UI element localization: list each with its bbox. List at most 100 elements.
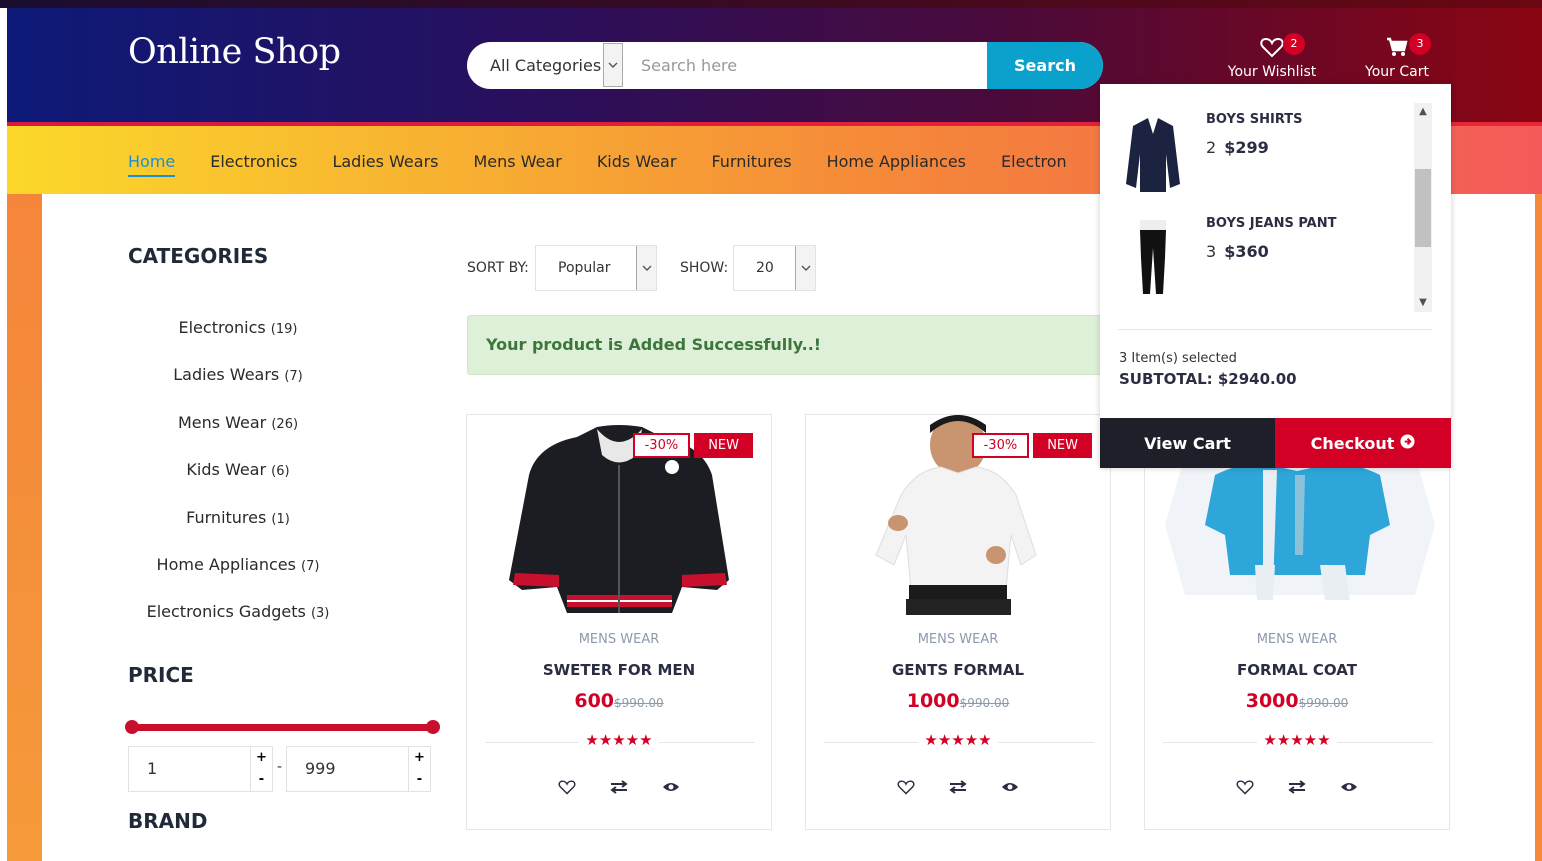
heart-icon: 2 xyxy=(1222,33,1322,64)
cart-actions: View Cart Checkout xyxy=(1100,418,1451,468)
price-max-decrease[interactable]: - xyxy=(409,769,430,791)
chevron-down-icon xyxy=(636,246,656,290)
sale-badge: -30% xyxy=(971,433,1030,458)
price-title: PRICE xyxy=(128,663,194,687)
category-count: (1) xyxy=(271,511,290,527)
scroll-down-icon[interactable]: ▼ xyxy=(1414,294,1432,312)
cart-scrollbar[interactable]: ▲ ▼ xyxy=(1414,103,1432,312)
cart-item-price: $360 xyxy=(1224,242,1269,261)
product-price: 600$990.00 xyxy=(467,690,771,712)
nav-item-mens-wear[interactable]: Mens Wear xyxy=(473,152,561,177)
brand-title: BRAND xyxy=(128,809,208,833)
product-name[interactable]: SWETER FOR MEN xyxy=(467,661,771,679)
nav-item-home-appliances[interactable]: Home Appliances xyxy=(827,152,966,177)
cart-subtotal: SUBTOTAL: $2940.00 xyxy=(1119,370,1297,388)
category-label: Furnitures xyxy=(186,507,267,527)
top-strip xyxy=(0,0,1542,8)
price-min-increase[interactable]: + xyxy=(251,747,272,769)
view-cart-button[interactable]: View Cart xyxy=(1100,418,1275,468)
nav-item-electron[interactable]: Electron xyxy=(1001,152,1067,177)
price-max-input[interactable]: 999 + - xyxy=(286,746,431,792)
cart-item-title[interactable]: BOYS JEANS PANT xyxy=(1206,216,1337,231)
cart-item[interactable]: BOYS SHIRTS 2 $299 xyxy=(1100,112,1433,212)
add-to-wishlist-heart-icon[interactable] xyxy=(1235,777,1255,797)
nav-item-furnitures[interactable]: Furnitures xyxy=(711,152,791,177)
add-to-wishlist-heart-icon[interactable] xyxy=(896,777,916,797)
product-card[interactable]: -30% NEW MENS WEAR SWETER FOR MEN 600$99… xyxy=(466,414,772,830)
new-badge: NEW xyxy=(694,433,753,458)
product-name[interactable]: GENTS FORMAL xyxy=(806,661,1110,679)
category-label: Mens Wear xyxy=(177,412,267,432)
product-rating: ★★★★★ xyxy=(806,731,1110,749)
compare-icon[interactable] xyxy=(948,777,968,797)
quick-view-eye-icon[interactable] xyxy=(1339,777,1359,797)
product-rating: ★★★★★ xyxy=(467,731,771,749)
product-old-price: $990.00 xyxy=(959,696,1010,710)
cart-item-qty: 2 xyxy=(1206,138,1217,157)
cart-link[interactable]: 3 Your Cart xyxy=(1358,33,1436,80)
category-list: Electronics (19) Ladies Wears (7) Mens W… xyxy=(128,318,348,650)
cart-count-badge: 3 xyxy=(1409,33,1431,55)
category-item-kids-wear[interactable]: Kids Wear (6) xyxy=(128,460,348,507)
price-min-value: 1 xyxy=(147,759,158,778)
quick-view-eye-icon[interactable] xyxy=(1000,777,1020,797)
product-old-price: $990.00 xyxy=(614,696,664,710)
nav-item-ladies-wears[interactable]: Ladies Wears xyxy=(332,152,438,177)
category-label: Kids Wear xyxy=(186,460,267,480)
category-item-ladies-wears[interactable]: Ladies Wears (7) xyxy=(128,365,348,412)
price-max-increase[interactable]: + xyxy=(409,747,430,769)
product-card[interactable]: MENS WEAR FORMAL COAT 3000$990.00 ★★★★★ xyxy=(1144,414,1450,830)
cart-dropdown: BOYS SHIRTS 2 $299 BOYS JEANS PANT 3 $360 xyxy=(1100,84,1451,468)
checkout-button[interactable]: Checkout xyxy=(1275,418,1451,468)
nav-item-electronics[interactable]: Electronics xyxy=(210,152,297,177)
compare-icon[interactable] xyxy=(1287,777,1307,797)
cart-item[interactable]: BOYS JEANS PANT 3 $360 xyxy=(1100,216,1433,314)
quick-view-eye-icon[interactable] xyxy=(661,777,681,797)
search-button[interactable]: Search xyxy=(987,42,1103,89)
category-select[interactable]: All Categories xyxy=(467,42,623,89)
page-border-left xyxy=(7,194,42,861)
wishlist-link[interactable]: 2 Your Wishlist xyxy=(1222,33,1322,80)
site-logo[interactable]: Online Shop xyxy=(128,32,341,72)
arrow-circle-right-icon xyxy=(1400,433,1415,453)
product-card[interactable]: -30% NEW MENS WEAR GENTS FORMAL 1000$990… xyxy=(805,414,1111,830)
product-category: MENS WEAR xyxy=(1256,632,1338,647)
checkout-label: Checkout xyxy=(1310,433,1395,453)
scrollbar-thumb[interactable] xyxy=(1415,169,1431,247)
nav-item-home[interactable]: Home xyxy=(128,152,176,177)
category-item-electronics[interactable]: Electronics (19) xyxy=(128,318,348,365)
price-slider[interactable] xyxy=(125,720,440,734)
price-slider-max-handle[interactable] xyxy=(426,720,440,734)
category-item-furnitures[interactable]: Furnitures (1) xyxy=(128,508,348,555)
add-to-wishlist-heart-icon[interactable] xyxy=(557,777,577,797)
cart-item-qty: 3 xyxy=(1206,242,1217,261)
price-max-value: 999 xyxy=(305,759,336,778)
cart-item-image xyxy=(1118,218,1188,308)
cart-item-image xyxy=(1118,114,1188,204)
success-alert: Your product is Added Successfully..! xyxy=(467,315,1107,375)
cart-item-list: BOYS SHIRTS 2 $299 BOYS JEANS PANT 3 $360 xyxy=(1100,84,1433,314)
cart-divider xyxy=(1118,329,1432,330)
price-slider-min-handle[interactable] xyxy=(125,720,139,734)
sort-select[interactable]: Popular xyxy=(535,245,657,291)
product-name[interactable]: FORMAL COAT xyxy=(1145,661,1449,679)
product-current-price: 3000 xyxy=(1245,690,1299,712)
product-current-price: 600 xyxy=(574,690,615,712)
product-price: 1000$990.00 xyxy=(806,690,1110,712)
category-item-electronics-gadgets[interactable]: Electronics Gadgets (3) xyxy=(128,602,348,649)
price-min-decrease[interactable]: - xyxy=(251,769,272,791)
show-select[interactable]: 20 xyxy=(733,245,816,291)
category-item-home-appliances[interactable]: Home Appliances (7) xyxy=(128,555,348,602)
cart-label: Your Cart xyxy=(1365,64,1429,80)
search-input[interactable] xyxy=(623,42,987,89)
category-count: (19) xyxy=(270,322,298,337)
compare-icon[interactable] xyxy=(609,777,629,797)
cart-item-title[interactable]: BOYS SHIRTS xyxy=(1206,112,1303,127)
nav-item-kids-wear[interactable]: Kids Wear xyxy=(597,152,677,177)
price-min-input[interactable]: 1 + - xyxy=(128,746,273,792)
product-current-price: 1000 xyxy=(906,690,960,712)
scroll-up-icon[interactable]: ▲ xyxy=(1414,103,1432,121)
category-item-mens-wear[interactable]: Mens Wear (26) xyxy=(128,413,348,460)
chevron-down-icon[interactable] xyxy=(603,43,623,87)
category-label: Electronics Gadgets xyxy=(146,602,306,622)
